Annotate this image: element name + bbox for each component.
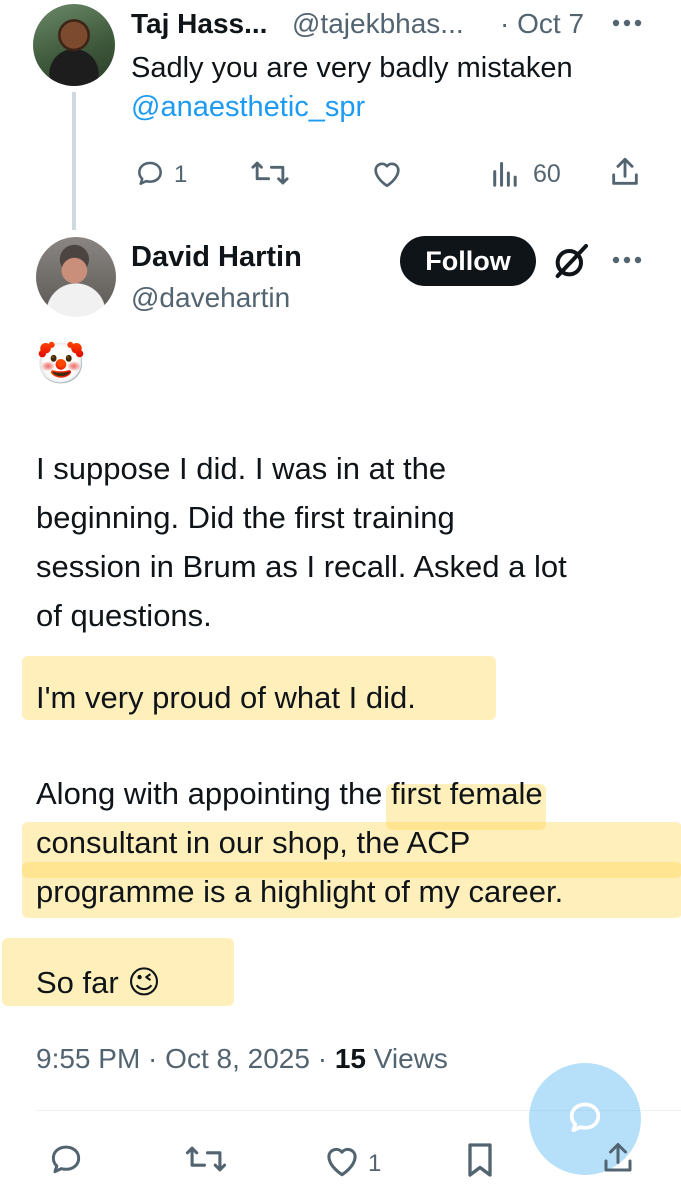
bookmark-icon[interactable] bbox=[462, 1140, 498, 1180]
more-icon[interactable] bbox=[612, 255, 642, 265]
clown-emoji: 🤡 bbox=[36, 342, 86, 386]
heart-icon[interactable] bbox=[322, 1142, 362, 1178]
avatar[interactable] bbox=[36, 237, 116, 317]
views-icon[interactable] bbox=[492, 159, 522, 187]
like-count: 1 bbox=[368, 1150, 382, 1177]
post-time[interactable]: · Oct 7 bbox=[500, 8, 584, 40]
text-line: programme is a highlight of my career. bbox=[36, 874, 564, 909]
views-count: 15 bbox=[334, 1043, 366, 1074]
views-label: Views bbox=[365, 1043, 448, 1074]
text-line: I suppose I did. I was in at the bbox=[36, 451, 447, 486]
author-handle[interactable]: @tajekbhas... bbox=[292, 8, 464, 40]
follow-button[interactable]: Follow bbox=[400, 236, 536, 286]
text-line: session in Brum as I recall. Asked a lot bbox=[36, 549, 567, 584]
reply-icon[interactable] bbox=[46, 1140, 86, 1178]
more-icon[interactable] bbox=[612, 18, 642, 28]
wink-emoji: 😉 bbox=[127, 964, 161, 1000]
text-line: beginning. Did the first training bbox=[36, 500, 455, 535]
author-name[interactable]: Taj Hass... bbox=[131, 8, 267, 40]
text-line: Along with appointing the first female bbox=[36, 776, 543, 811]
post-meta: 9:55 PM · Oct 8, 2025 · 15 Views bbox=[36, 1043, 448, 1075]
mention-link[interactable]: @anaesthetic_spr bbox=[131, 91, 365, 124]
reply-icon[interactable] bbox=[133, 157, 167, 189]
post-timestamp[interactable]: 9:55 PM · Oct 8, 2025 · bbox=[36, 1043, 335, 1074]
author-name[interactable]: David Hartin bbox=[131, 241, 302, 274]
avatar[interactable] bbox=[33, 4, 115, 86]
reply-count: 1 bbox=[174, 161, 188, 188]
tweet-body-paragraph-2: I'm very proud of what I did. bbox=[36, 680, 416, 715]
tweet-body-paragraph-3: Along with appointing the first female c… bbox=[36, 769, 676, 916]
post-text: Sadly you are very badly mistaken bbox=[131, 52, 573, 84]
tweet-body-paragraph-1: I suppose I did. I was in at the beginni… bbox=[36, 444, 676, 640]
author-handle[interactable]: @davehartin bbox=[131, 282, 290, 314]
views-count: 60 bbox=[533, 160, 561, 188]
text-line: of questions. bbox=[36, 598, 212, 633]
share-icon[interactable] bbox=[608, 155, 642, 189]
compose-reply-icon bbox=[565, 1097, 605, 1137]
share-icon[interactable] bbox=[600, 1140, 636, 1176]
heart-icon[interactable] bbox=[370, 157, 404, 189]
tweet-body-paragraph-4: So far 😉 bbox=[36, 958, 161, 1007]
text-line: So far bbox=[36, 965, 119, 1000]
thread-line bbox=[72, 92, 76, 230]
grok-icon[interactable] bbox=[551, 241, 591, 281]
retweet-icon[interactable] bbox=[250, 157, 290, 189]
retweet-icon[interactable] bbox=[184, 1142, 228, 1176]
text-line: consultant in our shop, the ACP bbox=[36, 825, 471, 860]
